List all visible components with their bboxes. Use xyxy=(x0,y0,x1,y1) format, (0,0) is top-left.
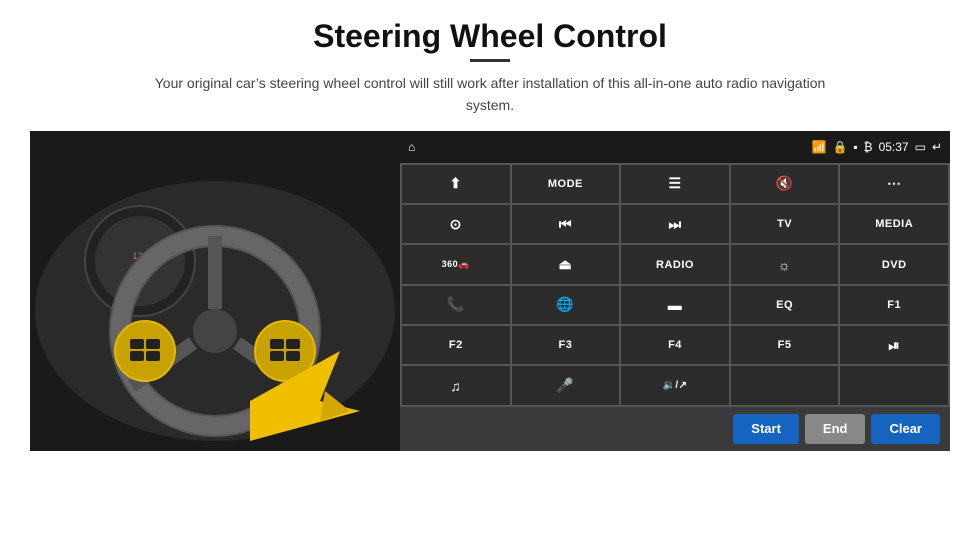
btn-tv[interactable]: TV xyxy=(731,205,839,243)
btn-f2[interactable]: F2 xyxy=(402,326,510,364)
btn-apps[interactable]: ⋯ xyxy=(840,165,948,203)
sd-icon: ▪ xyxy=(853,140,857,154)
btn-music[interactable]: ♫ xyxy=(402,366,510,404)
back-icon[interactable]: ↵ xyxy=(932,140,942,154)
btn-screen[interactable]: ▬ xyxy=(621,286,729,324)
btn-prev[interactable]: ⏮ xyxy=(512,205,620,243)
steering-wheel-image: 120 xyxy=(30,131,400,451)
btn-f4[interactable]: F4 xyxy=(621,326,729,364)
btn-settings[interactable]: ⊙ xyxy=(402,205,510,243)
title-divider xyxy=(470,59,510,62)
status-right: 📶 🔒 ▪ ₿ 05:37 ▭ ↵ xyxy=(812,140,943,154)
content-row: 120 xyxy=(30,131,950,451)
start-button[interactable]: Start xyxy=(733,414,799,444)
btn-radio[interactable]: RADIO xyxy=(621,245,729,283)
page-title: Steering Wheel Control xyxy=(313,18,667,55)
btn-play-pause[interactable]: ⏯ xyxy=(840,326,948,364)
status-bar: ⌂ 📶 🔒 ▪ ₿ 05:37 ▭ ↵ xyxy=(400,131,950,163)
wifi-icon: 📶 xyxy=(812,140,827,154)
page-subtitle: Your original car’s steering wheel contr… xyxy=(140,72,840,117)
home-icon[interactable]: ⌂ xyxy=(408,140,415,154)
btn-eq[interactable]: EQ xyxy=(731,286,839,324)
screen-icon: ▭ xyxy=(915,140,926,154)
status-left: ⌂ xyxy=(408,140,415,154)
lock-icon: 🔒 xyxy=(832,140,847,154)
btn-brightness[interactable]: ☼ xyxy=(731,245,839,283)
btn-gps[interactable]: 🌐 xyxy=(512,286,620,324)
btn-send[interactable]: ⬆ xyxy=(402,165,510,203)
page: Steering Wheel Control Your original car… xyxy=(0,0,980,544)
btn-grid-empty1 xyxy=(731,366,839,404)
bottom-action-bar: Start End Clear xyxy=(400,407,950,451)
btn-grid-empty2 xyxy=(840,366,948,404)
btn-mute[interactable]: 🔇 xyxy=(731,165,839,203)
btn-f5[interactable]: F5 xyxy=(731,326,839,364)
btn-vol-call[interactable]: 🔉/↗ xyxy=(621,366,729,404)
btn-mode[interactable]: MODE xyxy=(512,165,620,203)
btn-360[interactable]: 360🚗 xyxy=(402,245,510,283)
btn-f3[interactable]: F3 xyxy=(512,326,620,364)
btn-phone[interactable]: 📞 xyxy=(402,286,510,324)
bluetooth-icon: ₿ xyxy=(864,140,873,154)
btn-media[interactable]: MEDIA xyxy=(840,205,948,243)
btn-list[interactable]: ☰ xyxy=(621,165,729,203)
btn-dvd[interactable]: DVD xyxy=(840,245,948,283)
button-panel: ⌂ 📶 🔒 ▪ ₿ 05:37 ▭ ↵ ⬆ MODE ☰ 🔇 xyxy=(400,131,950,451)
btn-next[interactable]: ⏭ xyxy=(621,205,729,243)
control-button-grid: ⬆ MODE ☰ 🔇 ⋯ ⊙ ⏮ ⏭ TV MEDIA 360🚗 ⏏ RADIO… xyxy=(400,163,950,407)
btn-f1[interactable]: F1 xyxy=(840,286,948,324)
end-button[interactable]: End xyxy=(805,414,866,444)
clear-button[interactable]: Clear xyxy=(871,414,940,444)
btn-mic[interactable]: 🎤 xyxy=(512,366,620,404)
time-display: 05:37 xyxy=(879,140,909,154)
btn-eject[interactable]: ⏏ xyxy=(512,245,620,283)
